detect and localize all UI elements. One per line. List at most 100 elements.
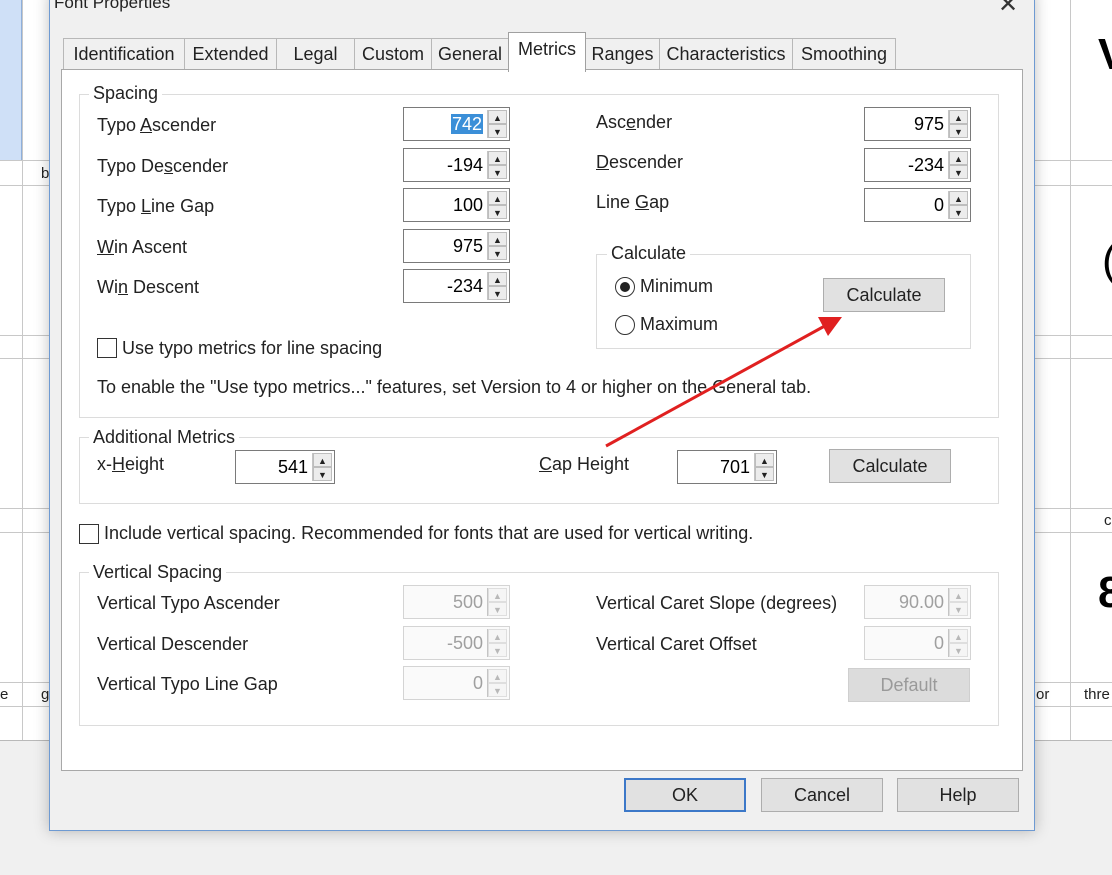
tab-characteristics[interactable]: Characteristics [659,38,793,70]
metrics-tab-panel: Spacing Typo Ascender 742 ▲ ▼ Typo Descen… [61,69,1023,771]
additional-metrics-group-label: Additional Metrics [89,427,240,448]
grid-line [1070,0,1071,740]
font-properties-dialog: Font Properties ✕ Identification Extende… [49,0,1035,831]
typo-descender-input[interactable]: -194 [447,149,483,181]
spin-up-icon[interactable]: ▲ [488,151,507,165]
vertical-typo-ascender-label: Vertical Typo Ascender [97,593,280,613]
vertical-caret-slope-spinbox: 90.00 ▲ ▼ [864,585,971,619]
win-ascent-input[interactable]: 975 [453,230,483,262]
grid-cell-label: thre [1084,686,1110,703]
spin-down-icon[interactable]: ▼ [488,165,507,179]
tab-extended[interactable]: Extended [184,38,277,70]
win-descent-label: Win Descent [97,277,200,297]
typo-ascender-label: Typo Ascender [97,115,217,135]
typo-ascender-spinbox[interactable]: 742 ▲ ▼ [403,107,510,141]
include-vertical-label: Include vertical spacing. Recommended fo… [104,523,754,543]
x-height-spinbox[interactable]: 541 ▲ ▼ [235,450,335,484]
spin-down-icon[interactable]: ▼ [313,467,332,481]
win-ascent-label: Win Ascent [97,237,188,257]
include-vertical-checkbox[interactable] [79,524,99,544]
spin-up-icon[interactable]: ▲ [488,191,507,205]
annotation-arrow-icon [605,317,842,448]
typo-descender-label: Typo Descender [97,156,229,176]
spin-down-icon[interactable]: ▼ [488,124,507,138]
vertical-caret-offset-label: Vertical Caret Offset [596,634,757,654]
grid-cell-label: or [1036,686,1050,703]
minimum-label: Minimum [640,276,714,296]
descender-input[interactable]: -234 [908,149,944,181]
typo-line-gap-label: Typo Line Gap [97,196,215,216]
spin-down-icon: ▼ [488,602,507,616]
annotation-arrow-line [605,320,833,448]
vertical-descender-input: -500 [446,633,483,653]
spin-down-icon[interactable]: ▼ [755,467,774,481]
spin-up-icon: ▲ [488,669,507,683]
vertical-caret-slope-label: Vertical Caret Slope (degrees) [596,593,838,613]
spin-up-icon: ▲ [488,629,507,643]
line-gap-input[interactable]: 0 [934,189,944,221]
spin-up-icon: ▲ [949,588,968,602]
ascender-spinbox[interactable]: 975 ▲ ▼ [864,107,971,141]
tab-legal[interactable]: Legal [276,38,355,70]
vertical-typo-line-gap-spinbox: 0 ▲ ▼ [403,666,510,700]
spin-down-icon[interactable]: ▼ [949,205,968,219]
grid-cell-label: c [1104,512,1112,529]
typo-descender-spinbox[interactable]: -194 ▲ ▼ [403,148,510,182]
vertical-default-button: Default [848,668,970,702]
tab-smoothing[interactable]: Smoothing [792,38,896,70]
spin-up-icon[interactable]: ▲ [488,110,507,124]
typo-line-gap-input[interactable]: 100 [453,189,483,221]
win-descent-spinbox[interactable]: -234 ▲ ▼ [403,269,510,303]
x-height-input[interactable]: 541 [278,451,308,483]
spacing-group-label: Spacing [89,83,163,104]
vertical-caret-offset-input: 0 [933,633,944,653]
calculate-group-label: Calculate [607,243,691,264]
x-height-label: x-Height [97,454,165,474]
spin-up-icon[interactable]: ▲ [488,272,507,286]
cancel-button[interactable]: Cancel [761,778,883,812]
help-button[interactable]: Help [897,778,1019,812]
spin-up-icon[interactable]: ▲ [488,232,507,246]
vertical-descender-spinbox: -500 ▲ ▼ [403,626,510,660]
ok-button[interactable]: OK [624,778,746,812]
close-icon[interactable]: ✕ [994,0,1022,19]
ascender-label: Ascender [596,112,673,132]
ascender-input[interactable]: 975 [914,108,944,140]
spin-down-icon[interactable]: ▼ [949,124,968,138]
spin-down-icon[interactable]: ▼ [488,205,507,219]
vertical-typo-line-gap-input: 0 [472,673,483,693]
tab-custom[interactable]: Custom [354,38,432,70]
spin-up-icon[interactable]: ▲ [949,110,968,124]
typo-ascender-input[interactable]: 742 [450,114,483,134]
tab-ranges[interactable]: Ranges [585,38,660,70]
use-typo-metrics-checkbox[interactable] [97,338,117,358]
spin-up-icon[interactable]: ▲ [949,151,968,165]
background-selected-cell [0,0,22,160]
spin-up-icon[interactable]: ▲ [949,191,968,205]
spin-down-icon[interactable]: ▼ [949,165,968,179]
grid-glyph: 8 [1098,568,1112,617]
vertical-typo-line-gap-label: Vertical Typo Line Gap [97,674,278,694]
spin-down-icon: ▼ [949,602,968,616]
minimum-radio[interactable] [615,277,635,297]
grid-line [22,0,23,740]
tab-general[interactable]: General [431,38,509,70]
typo-line-gap-spinbox[interactable]: 100 ▲ ▼ [403,188,510,222]
line-gap-spinbox[interactable]: 0 ▲ ▼ [864,188,971,222]
win-ascent-spinbox[interactable]: 975 ▲ ▼ [403,229,510,263]
grid-glyph: V [1098,30,1112,80]
vertical-spacing-group-label: Vertical Spacing [89,562,227,583]
spin-down-icon[interactable]: ▼ [488,246,507,260]
vertical-typo-ascender-input: 500 [452,592,483,612]
vertical-caret-slope-input: 90.00 [898,592,944,612]
use-typo-metrics-label: Use typo metrics for line spacing [122,338,383,358]
tab-identification[interactable]: Identification [63,38,185,70]
spin-down-icon: ▼ [488,643,507,657]
grid-glyph: ( [1102,236,1112,286]
tab-metrics[interactable]: Metrics [508,32,586,72]
spin-up-icon[interactable]: ▲ [313,453,332,467]
descender-spinbox[interactable]: -234 ▲ ▼ [864,148,971,182]
spin-down-icon[interactable]: ▼ [488,286,507,300]
win-descent-input[interactable]: -234 [447,270,483,302]
spin-up-icon: ▲ [949,629,968,643]
